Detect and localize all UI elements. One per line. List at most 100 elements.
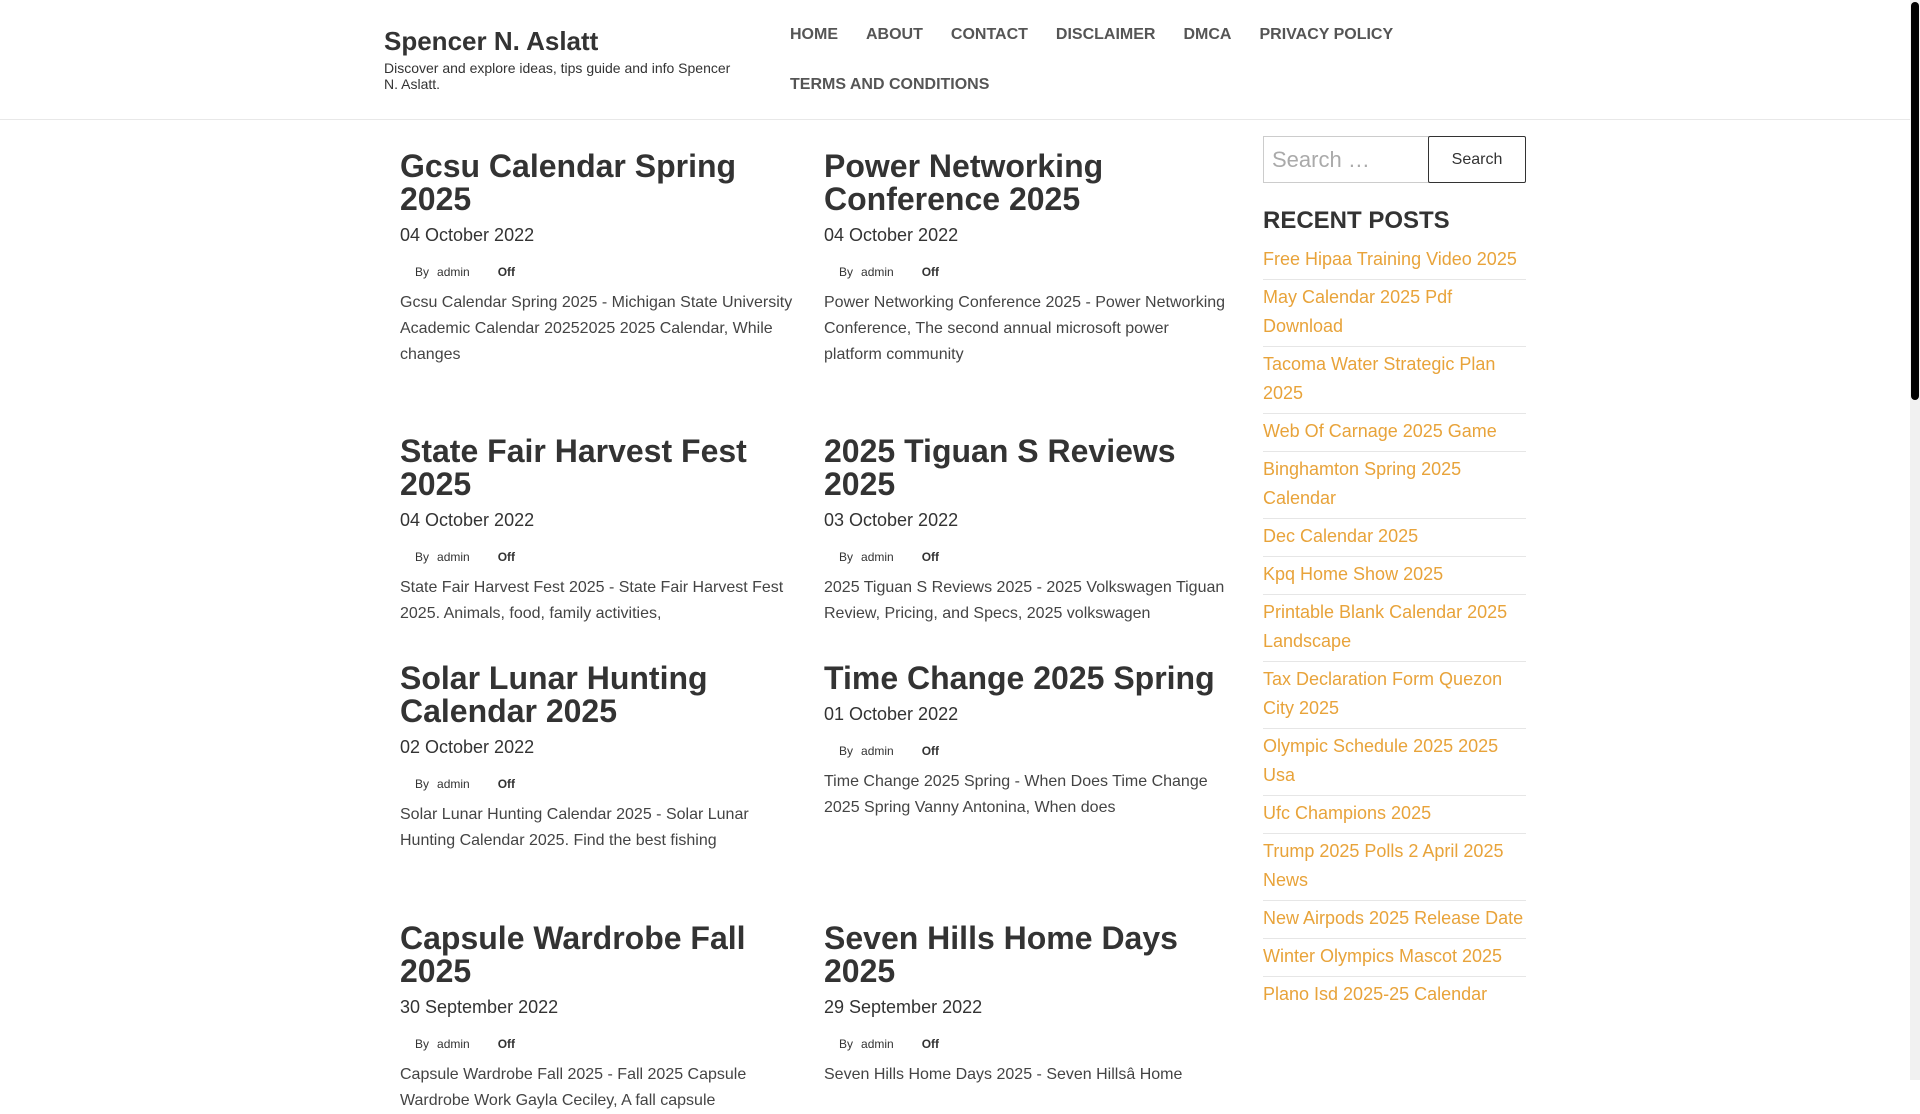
by-label: By	[839, 744, 854, 758]
by-label: By	[415, 777, 430, 791]
post-author-link[interactable]: admin	[437, 1037, 470, 1051]
post-meta: By admin Off	[400, 1036, 805, 1052]
recent-posts-heading: RECENT POSTS	[1263, 207, 1450, 234]
post-meta: By admin Off	[824, 743, 1229, 759]
recent-post-item: Trump 2025 Polls 2 April 2025 News	[1263, 834, 1526, 901]
recent-post-item: Dec Calendar 2025	[1263, 519, 1526, 557]
post-date: 03 October 2022	[824, 510, 959, 530]
recent-post-link[interactable]: Plano Isd 2025-25 Calendar	[1263, 984, 1487, 1004]
post-title[interactable]: Time Change 2025 Spring	[824, 662, 1229, 695]
recent-post-item: Binghamton Spring 2025 Calendar	[1263, 452, 1526, 519]
post-title[interactable]: Seven Hills Home Days 2025	[824, 922, 1229, 988]
post-card: Seven Hills Home Days 2025 29 September …	[824, 922, 1229, 1088]
recent-post-link[interactable]: Dec Calendar 2025	[1263, 526, 1418, 546]
recent-post-link[interactable]: Binghamton Spring 2025 Calendar	[1263, 459, 1461, 508]
post-excerpt: Time Change 2025 Spring - When Does Time…	[824, 773, 1208, 816]
page-scrollbar[interactable]	[1910, 0, 1920, 1080]
recent-post-link[interactable]: Olympic Schedule 2025 2025 Usa	[1263, 736, 1498, 785]
post-card: Power Networking Conference 2025 04 Octo…	[824, 150, 1229, 368]
nav-privacy-policy[interactable]: PRIVACY POLICY	[1259, 18, 1393, 68]
post-date: 04 October 2022	[824, 225, 959, 245]
recent-posts-list: Free Hipaa Training Video 2025 May Calen…	[1263, 242, 1526, 1014]
recent-post-item: May Calendar 2025 Pdf Download	[1263, 280, 1526, 347]
post-author-link[interactable]: admin	[437, 550, 470, 564]
by-label: By	[415, 1037, 430, 1051]
post-card: Time Change 2025 Spring 01 October 2022 …	[824, 662, 1229, 821]
recent-post-item: Free Hipaa Training Video 2025	[1263, 242, 1526, 280]
recent-post-link[interactable]: Web Of Carnage 2025 Game	[1263, 421, 1497, 441]
by-label: By	[839, 265, 854, 279]
nav-contact[interactable]: CONTACT	[951, 18, 1028, 68]
post-author-link[interactable]: admin	[437, 265, 470, 279]
post-title[interactable]: Gcsu Calendar Spring 2025	[400, 150, 805, 216]
recent-post-item: Olympic Schedule 2025 2025 Usa	[1263, 729, 1526, 796]
recent-post-link[interactable]: Tacoma Water Strategic Plan 2025	[1263, 354, 1495, 403]
comments-link[interactable]: Off	[498, 777, 515, 791]
nav-home[interactable]: HOME	[790, 18, 838, 68]
post-title[interactable]: Power Networking Conference 2025	[824, 150, 1229, 216]
post-author-link[interactable]: admin	[861, 265, 894, 279]
search-button[interactable]: Search	[1428, 136, 1526, 183]
scrollbar-thumb[interactable]	[1911, 2, 1919, 400]
recent-post-link[interactable]: Trump 2025 Polls 2 April 2025 News	[1263, 841, 1503, 890]
recent-post-item: Ufc Champions 2025	[1263, 796, 1526, 834]
comments-link[interactable]: Off	[922, 1037, 939, 1051]
recent-post-link[interactable]: Kpq Home Show 2025	[1263, 564, 1443, 584]
comments-link[interactable]: Off	[922, 744, 939, 758]
post-card: Solar Lunar Hunting Calendar 2025 02 Oct…	[400, 662, 805, 854]
recent-post-link[interactable]: May Calendar 2025 Pdf Download	[1263, 287, 1452, 336]
nav-terms-and-conditions[interactable]: TERMS AND CONDITIONS	[790, 68, 989, 118]
post-date: 30 September 2022	[400, 997, 559, 1017]
comments-link[interactable]: Off	[922, 265, 939, 279]
by-label: By	[839, 550, 854, 564]
recent-post-link[interactable]: New Airpods 2025 Release Date	[1263, 908, 1523, 928]
post-excerpt: Power Networking Conference 2025 - Power…	[824, 294, 1226, 363]
post-card: Capsule Wardrobe Fall 2025 30 September …	[400, 922, 805, 1114]
main-navigation: HOME ABOUT CONTACT DISCLAIMER DMCA PRIVACY PO…	[790, 18, 1470, 118]
post-title[interactable]: Capsule Wardrobe Fall 2025	[400, 922, 805, 988]
post-meta: By admin Off	[400, 776, 805, 792]
post-title[interactable]: State Fair Harvest Fest 2025	[400, 435, 805, 501]
post-excerpt: Seven Hills Home Days 2025 - Seven Hills…	[824, 1066, 1183, 1083]
site-header: Spencer N. Aslatt Discover and explore i…	[0, 0, 1910, 120]
post-card: State Fair Harvest Fest 2025 04 October …	[400, 435, 805, 627]
post-author-link[interactable]: admin	[861, 1037, 894, 1051]
recent-post-item: Winter Olympics Mascot 2025	[1263, 939, 1526, 977]
post-excerpt: Gcsu Calendar Spring 2025 - Michigan Sta…	[400, 294, 793, 363]
recent-post-link[interactable]: Ufc Champions 2025	[1263, 803, 1431, 823]
post-title[interactable]: Solar Lunar Hunting Calendar 2025	[400, 662, 805, 728]
post-excerpt: Solar Lunar Hunting Calendar 2025 - Sola…	[400, 806, 749, 849]
post-date: 04 October 2022	[400, 225, 535, 245]
post-meta: By admin Off	[400, 549, 805, 565]
recent-post-item: Kpq Home Show 2025	[1263, 557, 1526, 595]
post-date: 01 October 2022	[824, 704, 959, 724]
post-meta: By admin Off	[824, 264, 1229, 280]
by-label: By	[415, 265, 430, 279]
comments-link[interactable]: Off	[498, 1037, 515, 1051]
post-author-link[interactable]: admin	[861, 550, 894, 564]
post-author-link[interactable]: admin	[861, 744, 894, 758]
search-input[interactable]	[1263, 136, 1429, 183]
comments-link[interactable]: Off	[498, 265, 515, 279]
post-title[interactable]: 2025 Tiguan S Reviews 2025	[824, 435, 1229, 501]
comments-link[interactable]: Off	[498, 550, 515, 564]
nav-dmca[interactable]: DMCA	[1183, 18, 1231, 68]
recent-post-link[interactable]: Free Hipaa Training Video 2025	[1263, 249, 1517, 269]
recent-post-link[interactable]: Printable Blank Calendar 2025 Landscape	[1263, 602, 1507, 651]
by-label: By	[839, 1037, 854, 1051]
nav-disclaimer[interactable]: DISCLAIMER	[1056, 18, 1156, 68]
site-description: Discover and explore ideas, tips guide a…	[384, 60, 731, 92]
post-card: 2025 Tiguan S Reviews 2025 03 October 20…	[824, 435, 1229, 627]
recent-post-link[interactable]: Tax Declaration Form Quezon City 2025	[1263, 669, 1502, 718]
comments-link[interactable]: Off	[922, 550, 939, 564]
nav-about[interactable]: ABOUT	[866, 18, 923, 68]
post-date: 02 October 2022	[400, 737, 535, 757]
post-excerpt: Capsule Wardrobe Fall 2025 - Fall 2025 C…	[400, 1066, 747, 1109]
site-title[interactable]: Spencer N. Aslatt	[384, 24, 744, 58]
recent-post-link[interactable]: Winter Olympics Mascot 2025	[1263, 946, 1502, 966]
post-meta: By admin Off	[824, 549, 1229, 565]
recent-post-item: Tax Declaration Form Quezon City 2025	[1263, 662, 1526, 729]
post-author-link[interactable]: admin	[437, 777, 470, 791]
recent-post-item: Printable Blank Calendar 2025 Landscape	[1263, 595, 1526, 662]
post-excerpt: State Fair Harvest Fest 2025 - State Fai…	[400, 579, 784, 622]
